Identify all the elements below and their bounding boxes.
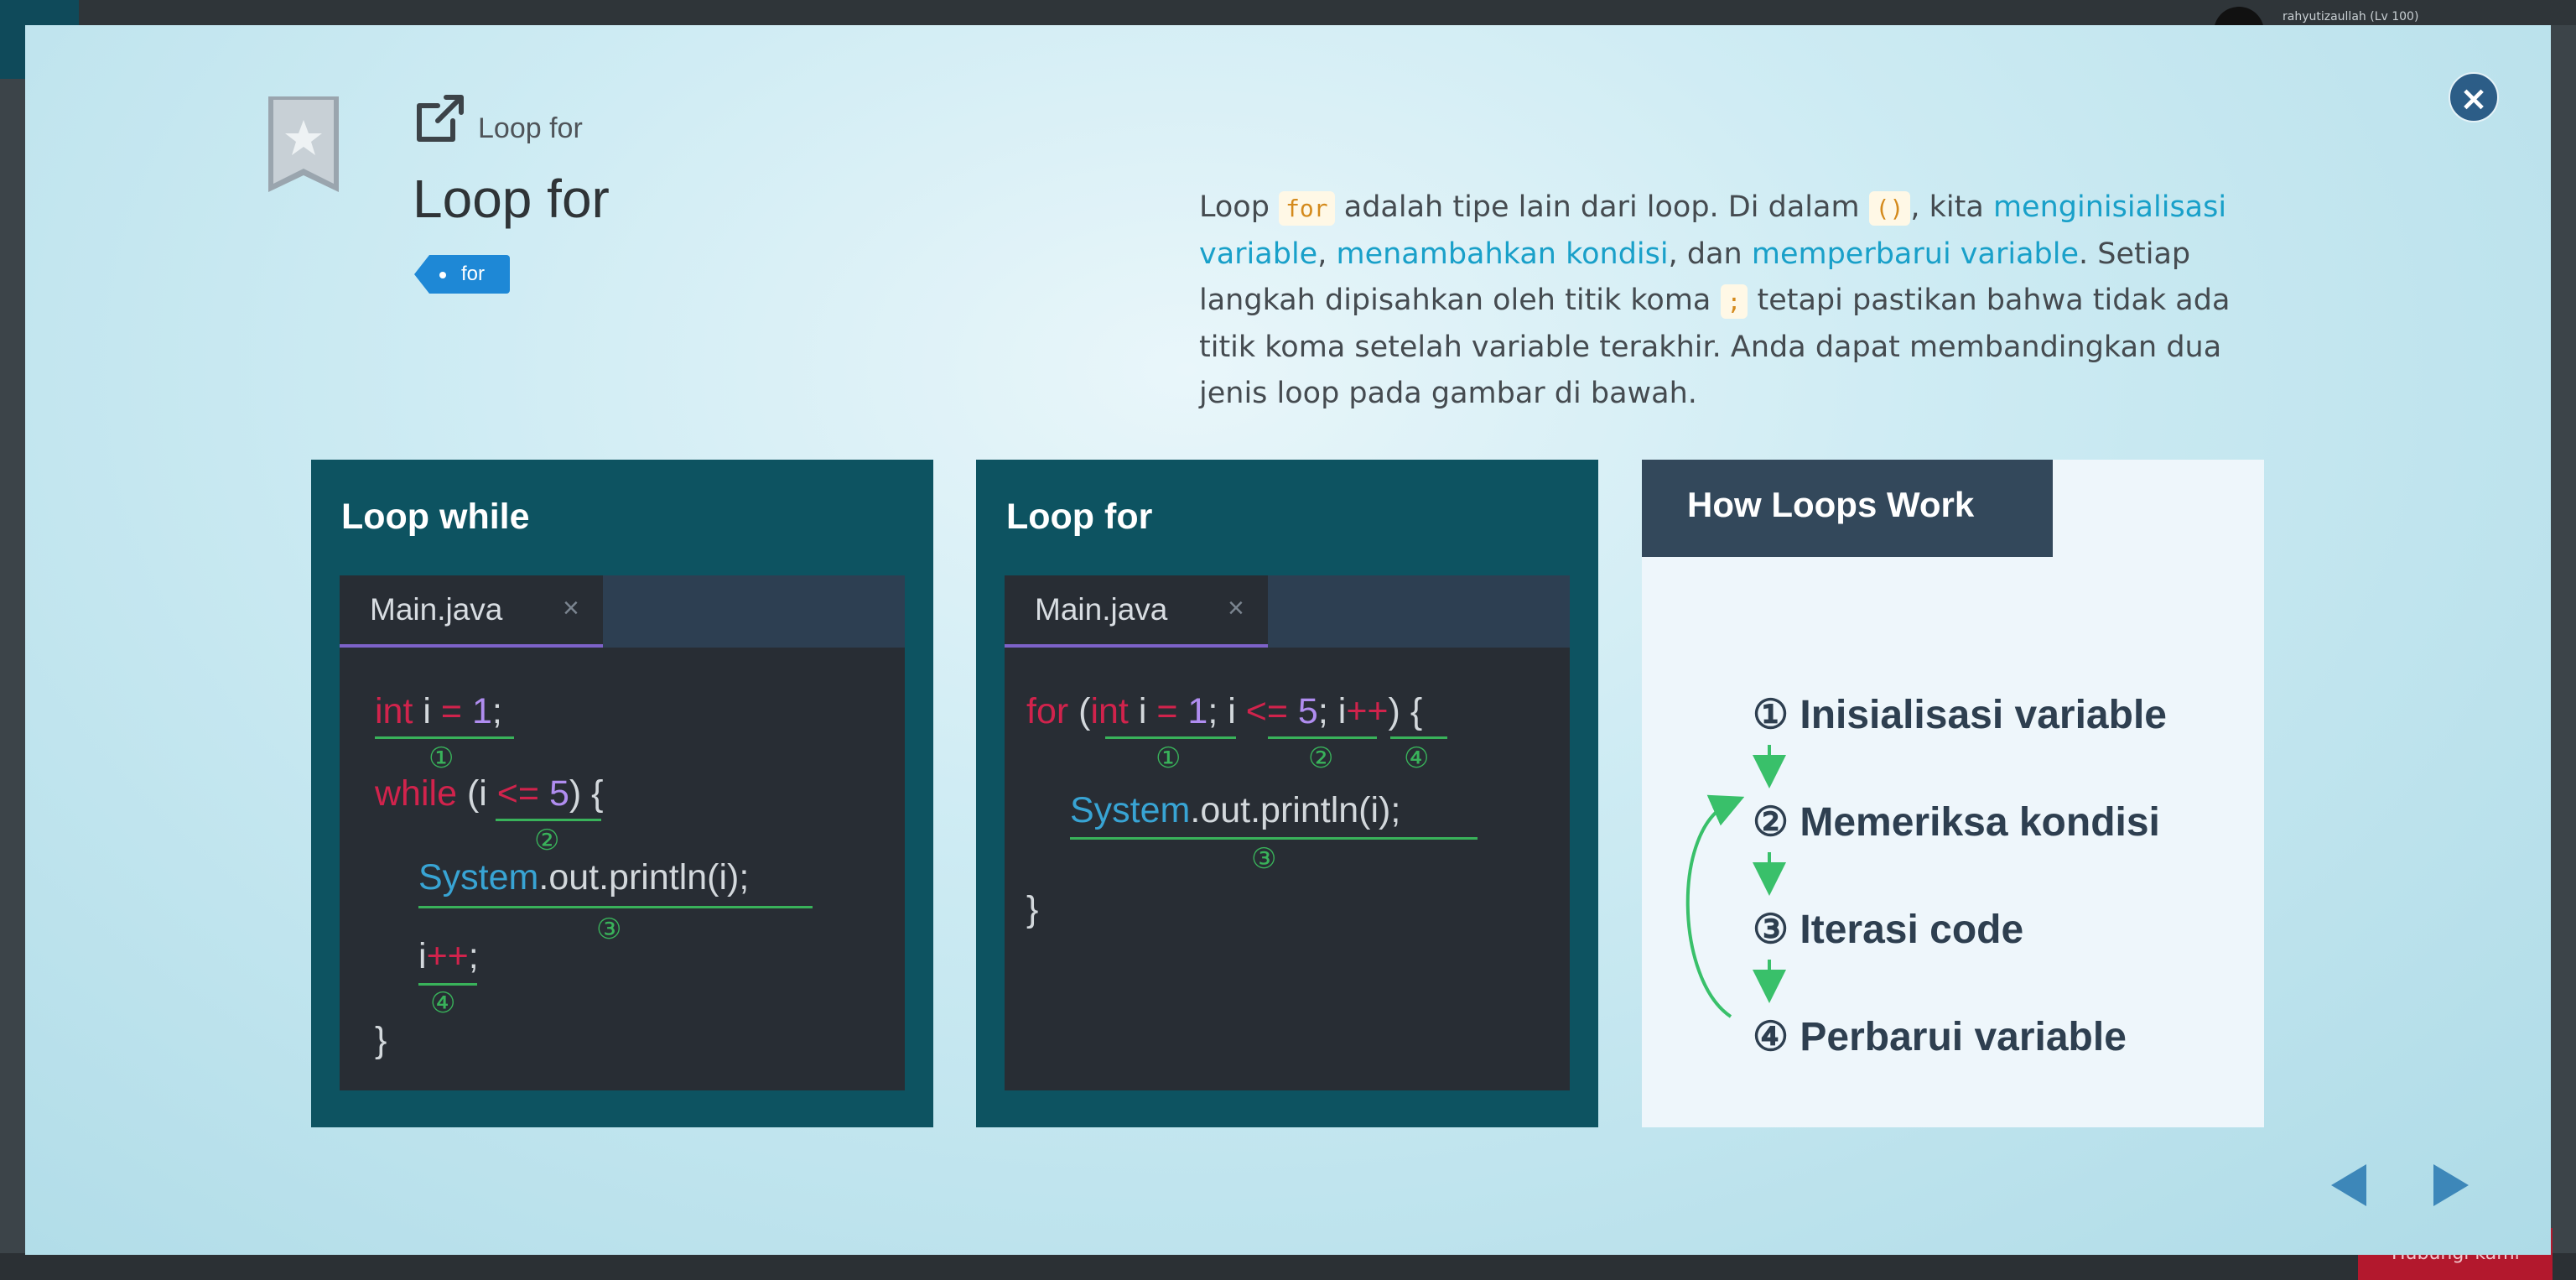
underline-2 <box>1268 736 1377 739</box>
step-marker-1: ① <box>1156 742 1182 774</box>
arrow-loop-back <box>1685 794 1745 1018</box>
step-3: ③ Iterasi code <box>1753 908 2024 952</box>
tab-main-java[interactable]: Main.java × <box>1005 575 1268 648</box>
underline-2 <box>496 819 601 821</box>
background-topbar <box>0 0 2576 25</box>
link-add-condition[interactable]: menambahkan kondisi <box>1336 237 1668 271</box>
step-marker-3: ③ <box>596 913 622 945</box>
tag-dot <box>439 272 446 278</box>
code-line-4: i++; <box>418 936 479 976</box>
step-marker-4: ④ <box>1404 742 1430 774</box>
background-bottom-bar <box>0 1253 2576 1280</box>
lesson-modal: × Loop for Loop for for Loop for adalah … <box>25 25 2551 1255</box>
step-marker-1: ① <box>428 742 454 774</box>
tab-label: Main.java <box>1035 592 1168 627</box>
code-semicolon: ; <box>1720 284 1748 319</box>
tag-badge[interactable]: for <box>414 255 510 294</box>
code-line-2: while (i <= 5) { <box>375 773 604 814</box>
underline-4 <box>418 983 477 986</box>
page-title: Loop for <box>413 169 610 229</box>
prev-slide-button[interactable] <box>2328 1163 2370 1208</box>
step-1: ① Inisialisasi variable <box>1753 693 2167 737</box>
triangle-left-icon <box>2331 1164 2366 1206</box>
panel-how-loops-work: How Loops Work ① Inisialisasi variable ②… <box>1642 460 2264 1127</box>
external-link-icon[interactable] <box>413 91 468 146</box>
code-line-5: } <box>375 1020 387 1060</box>
step-marker-2: ② <box>1308 742 1334 774</box>
close-button[interactable]: × <box>2449 72 2499 122</box>
close-icon: × <box>2459 80 2488 118</box>
code-parens: () <box>1868 191 1911 226</box>
tab-close-icon[interactable]: × <box>1228 592 1244 625</box>
panel-title: Loop while <box>341 497 530 537</box>
underline-1 <box>375 736 514 739</box>
tab-label: Main.java <box>370 592 503 627</box>
triangle-right-icon <box>2433 1164 2469 1206</box>
code-editor: Main.java × for (int i = 1; i <= 5; i++)… <box>1005 575 1570 1090</box>
step-marker-3: ③ <box>1251 843 1277 875</box>
breadcrumb: Loop for <box>478 112 583 144</box>
underline-3 <box>418 906 813 908</box>
code-area: int i = 1; ① while (i <= 5) { ② System.o… <box>340 648 905 1090</box>
code-area: for (int i = 1; i <= 5; i++) { ① ② ④ Sys… <box>1005 648 1570 1090</box>
panel-title: Loop for <box>1006 497 1153 537</box>
panel-loop-while: Loop while Main.java × int i = 1; ① whil… <box>311 460 933 1127</box>
lesson-description: Loop for adalah tipe lain dari loop. Di … <box>1199 190 2231 410</box>
panel-loop-for: Loop for Main.java × for (int i = 1; i <… <box>976 460 1598 1127</box>
code-for: for <box>1279 191 1335 226</box>
code-editor: Main.java × int i = 1; ① while (i <= 5) … <box>340 575 905 1090</box>
tab-main-java[interactable]: Main.java × <box>340 575 603 648</box>
step-marker-4: ④ <box>430 987 456 1019</box>
code-line-1: for (int i = 1; i <= 5; i++) { <box>1026 691 1423 731</box>
link-update-variable[interactable]: memperbarui variable <box>1752 237 2079 271</box>
tag-label: for <box>461 263 486 285</box>
underline-4 <box>1390 736 1447 739</box>
underline-3 <box>1070 837 1478 840</box>
underline-1 <box>1105 736 1236 739</box>
code-line-2: System.out.println(i); <box>1070 790 1401 830</box>
code-line-3: } <box>1026 889 1039 929</box>
bookmark-icon[interactable] <box>268 96 339 192</box>
step-2: ② Memeriksa kondisi <box>1753 800 2160 845</box>
editor-tabbar: Main.java × <box>340 575 905 648</box>
code-line-3: System.out.println(i); <box>418 857 750 898</box>
editor-tabbar: Main.java × <box>1005 575 1570 648</box>
code-line-1: int i = 1; <box>375 691 502 731</box>
tab-close-icon[interactable]: × <box>563 592 579 625</box>
next-slide-button[interactable] <box>2430 1163 2472 1208</box>
step-marker-2: ② <box>534 825 560 856</box>
step-4: ④ Perbarui variable <box>1753 1015 2127 1059</box>
username-label: rahyutizaullah (Lv 100) <box>2283 10 2419 23</box>
